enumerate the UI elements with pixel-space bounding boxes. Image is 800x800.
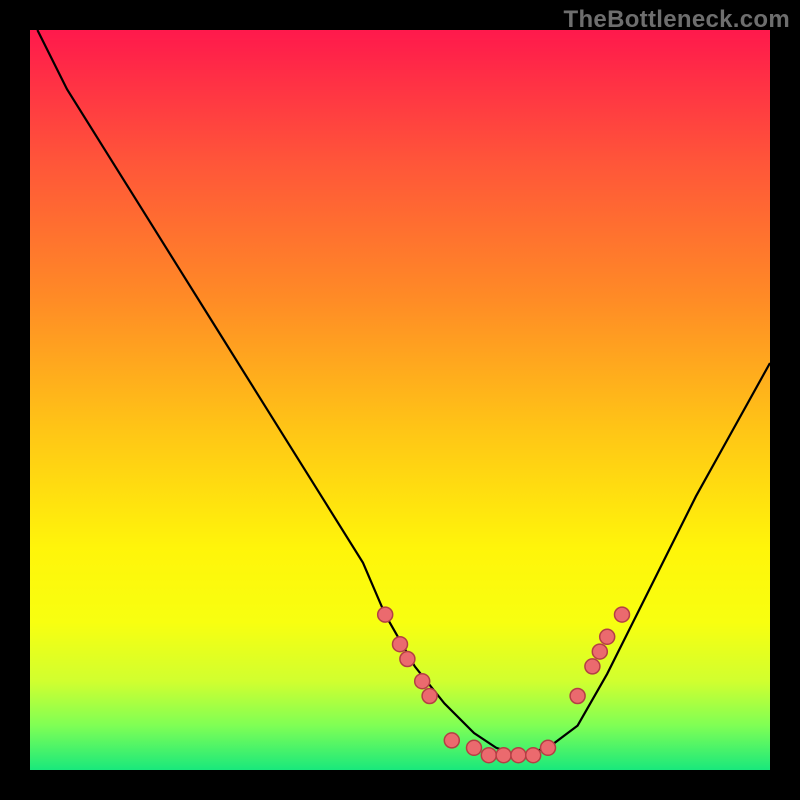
curve-point <box>615 607 630 622</box>
curve-point <box>526 748 541 763</box>
curve-point <box>444 733 459 748</box>
curve-point <box>511 748 526 763</box>
curve-point <box>496 748 511 763</box>
plot-area <box>30 30 770 770</box>
curve-point <box>400 652 415 667</box>
curve-point <box>481 748 496 763</box>
curve-point <box>585 659 600 674</box>
curve-point <box>422 689 437 704</box>
curve-point <box>393 637 408 652</box>
curve-point <box>541 740 556 755</box>
curve-point <box>378 607 393 622</box>
curve-point <box>570 689 585 704</box>
curve-point <box>415 674 430 689</box>
chart-svg <box>30 30 770 770</box>
curve-point <box>467 740 482 755</box>
chart-frame: TheBottleneck.com <box>0 0 800 800</box>
curve-point <box>592 644 607 659</box>
curve-point <box>600 629 615 644</box>
curve-markers <box>378 607 630 763</box>
